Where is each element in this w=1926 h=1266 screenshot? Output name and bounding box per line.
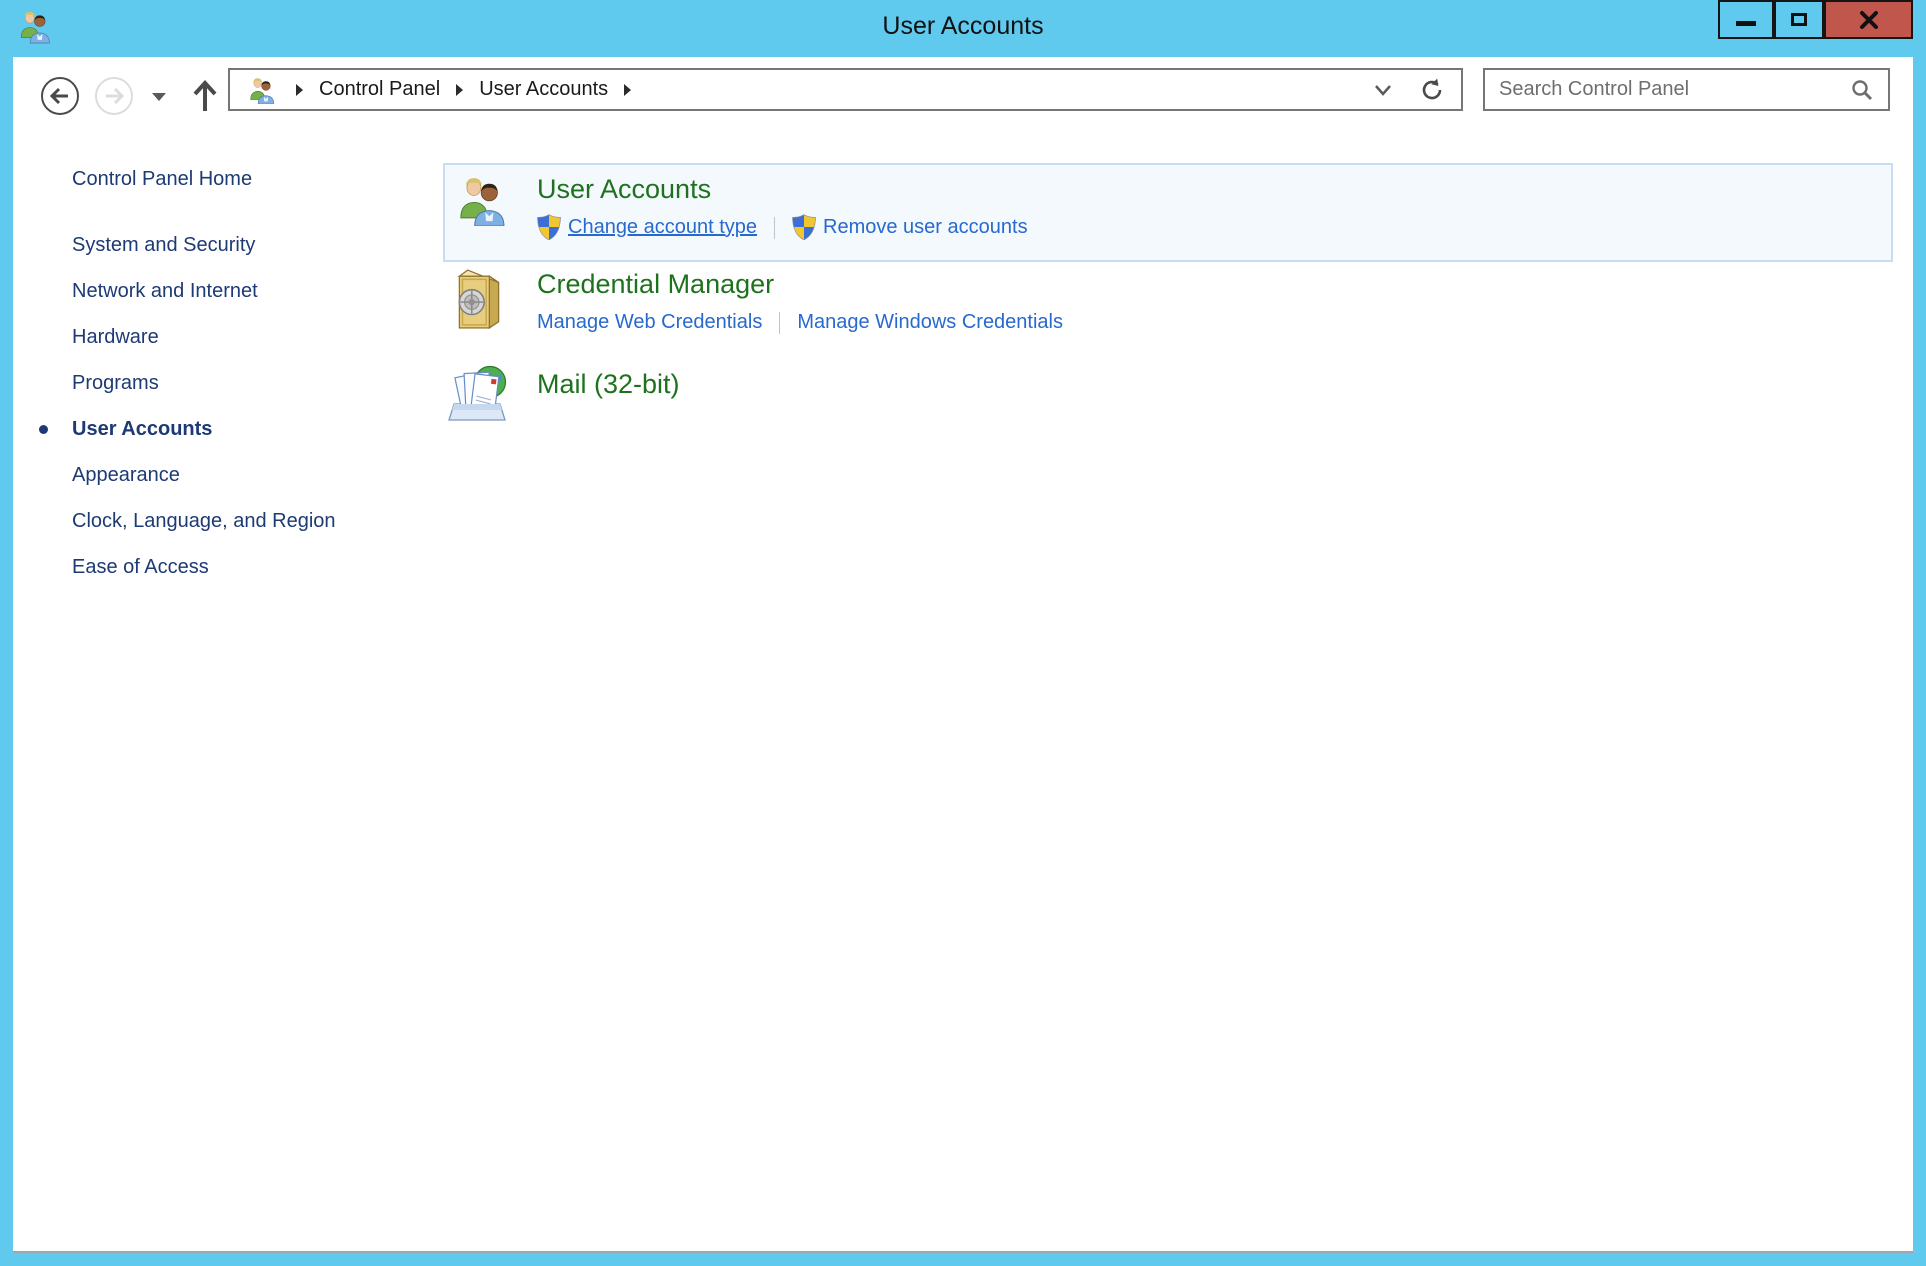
user-accounts-icon[interactable] xyxy=(456,174,508,226)
sidebar-item-label: Network and Internet xyxy=(72,280,258,302)
sidebar-item-label: User Accounts xyxy=(72,418,212,440)
minimize-button[interactable] xyxy=(1718,0,1774,39)
maximize-button[interactable] xyxy=(1774,0,1824,39)
sidebar-item-label: Ease of Access xyxy=(72,556,209,578)
manage-windows-credentials-link[interactable]: Manage Windows Credentials xyxy=(797,311,1063,334)
credential-manager-tasks: Manage Web Credentials Manage Windows Cr… xyxy=(537,311,1063,334)
sidebar-item-label: Hardware xyxy=(72,326,159,348)
address-dropdown-chevron-icon[interactable] xyxy=(1373,83,1393,97)
back-button[interactable] xyxy=(40,76,80,116)
forward-button[interactable] xyxy=(94,76,134,116)
sidebar-item-label: Clock, Language, and Region xyxy=(72,510,336,532)
uac-shield-icon xyxy=(792,214,816,241)
credential-manager-safe-icon[interactable] xyxy=(450,268,508,330)
address-bar[interactable]: Control Panel User Accounts xyxy=(228,68,1463,111)
task-separator xyxy=(779,312,780,334)
minimize-icon xyxy=(1736,21,1756,26)
credential-manager-heading-link[interactable]: Credential Manager xyxy=(537,269,774,300)
sidebar-item-network-and-internet[interactable]: Network and Internet xyxy=(72,280,258,303)
breadcrumb-control-panel[interactable]: Control Panel xyxy=(319,78,440,101)
uac-shield-icon xyxy=(537,214,561,241)
titlebar[interactable]: User Accounts xyxy=(0,0,1926,57)
window-title: User Accounts xyxy=(0,0,1926,52)
sidebar-item-label: Programs xyxy=(72,372,159,394)
forward-arrow-icon xyxy=(94,76,134,116)
search-input[interactable] xyxy=(1485,70,1850,109)
sidebar-item-programs[interactable]: Programs xyxy=(72,372,159,395)
sidebar-item-control-panel-home[interactable]: Control Panel Home xyxy=(72,168,252,191)
search-icon[interactable] xyxy=(1850,78,1874,102)
breadcrumb-arrow-icon[interactable] xyxy=(456,84,463,96)
sidebar-item-hardware[interactable]: Hardware xyxy=(72,326,159,349)
breadcrumb-arrow-icon[interactable] xyxy=(624,84,631,96)
task-separator xyxy=(774,217,775,239)
close-button[interactable] xyxy=(1824,0,1913,39)
sidebar-item-label: System and Security xyxy=(72,234,255,256)
change-account-type-link[interactable]: Change account type xyxy=(568,216,757,239)
back-arrow-icon xyxy=(40,76,80,116)
client-area: Control Panel User Accounts Cont xyxy=(13,57,1913,1253)
sidebar-item-ease-of-access[interactable]: Ease of Access xyxy=(72,556,209,579)
search-box[interactable] xyxy=(1483,68,1890,111)
sidebar-item-user-accounts[interactable]: User Accounts xyxy=(72,418,212,441)
mail-icon[interactable] xyxy=(446,362,510,424)
up-button[interactable] xyxy=(188,77,222,115)
sidebar-item-label: Appearance xyxy=(72,464,180,486)
manage-web-credentials-link[interactable]: Manage Web Credentials xyxy=(537,311,762,334)
user-accounts-window: User Accounts xyxy=(0,0,1926,1266)
remove-user-accounts-link[interactable]: Remove user accounts xyxy=(823,216,1028,239)
breadcrumb-user-accounts[interactable]: User Accounts xyxy=(479,78,608,101)
mail-heading-link[interactable]: Mail (32-bit) xyxy=(537,369,680,400)
sidebar-item-label: Control Panel Home xyxy=(72,168,252,190)
sidebar-item-appearance[interactable]: Appearance xyxy=(72,464,180,487)
sidebar-item-system-and-security[interactable]: System and Security xyxy=(72,234,255,257)
recent-pages-dropdown[interactable] xyxy=(148,87,170,107)
breadcrumb-arrow-icon[interactable] xyxy=(296,84,303,96)
refresh-icon[interactable] xyxy=(1419,77,1445,103)
close-icon xyxy=(1859,10,1879,30)
user-accounts-tasks: Change account type Remove user accounts xyxy=(537,214,1028,241)
user-accounts-icon xyxy=(248,76,276,104)
active-bullet-icon xyxy=(39,425,48,434)
up-arrow-icon xyxy=(190,78,220,114)
maximize-icon xyxy=(1791,13,1807,26)
sidebar-item-clock-language-region[interactable]: Clock, Language, and Region xyxy=(72,510,336,533)
user-accounts-heading-link[interactable]: User Accounts xyxy=(537,174,711,205)
chevron-down-icon xyxy=(152,93,166,101)
